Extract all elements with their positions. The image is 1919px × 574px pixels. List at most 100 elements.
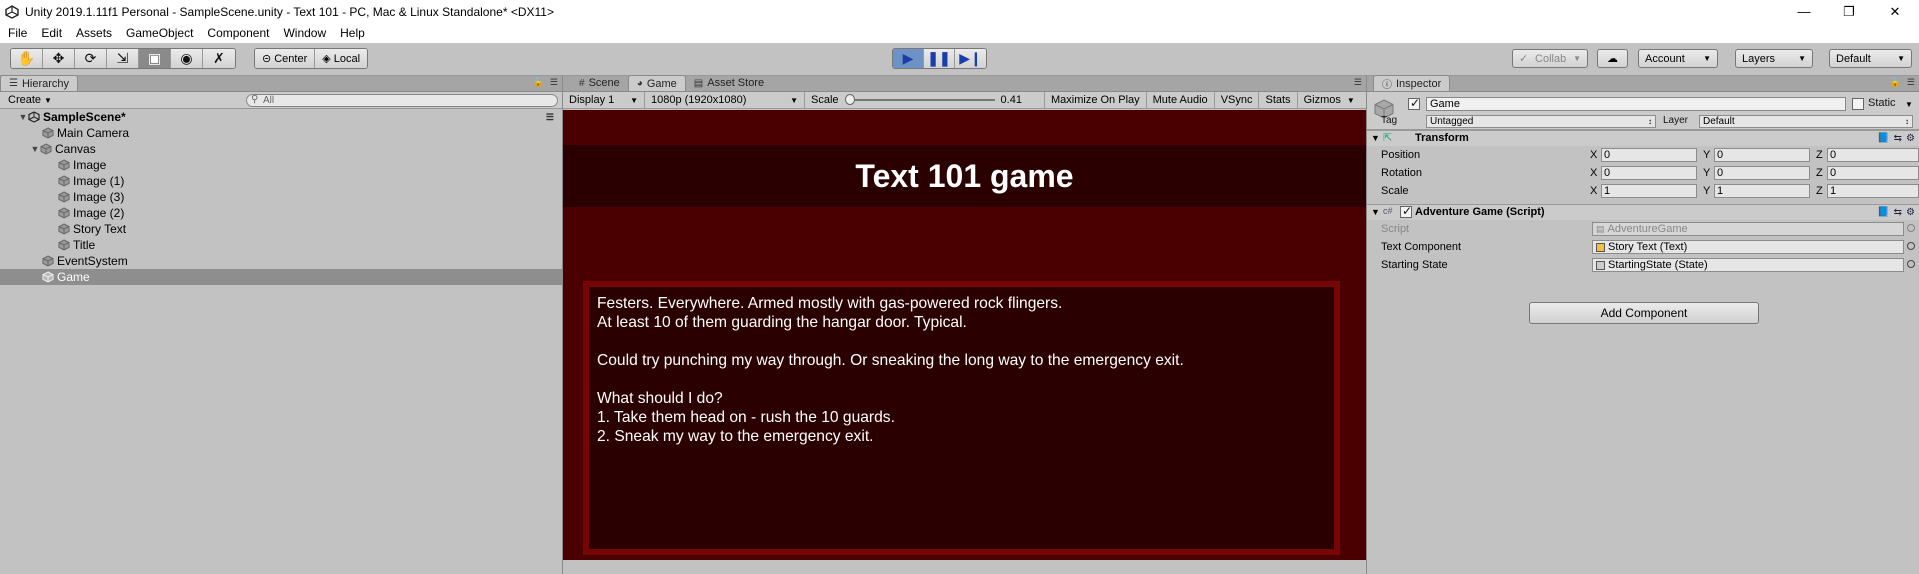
menu-file[interactable]: File	[8, 26, 27, 40]
menu-edit[interactable]: Edit	[41, 26, 62, 40]
scale-tool-icon[interactable]: ⇲	[107, 49, 139, 68]
create-dropdown[interactable]: Create ▼	[4, 94, 56, 106]
tab-game[interactable]: ◕ Game	[627, 75, 686, 91]
pivot-center-button[interactable]: ⊝ Center	[255, 49, 316, 68]
script-enabled-checkbox[interactable]	[1400, 204, 1412, 218]
text-component-field[interactable]: Story Text (Text)	[1592, 240, 1904, 254]
list-item[interactable]: Story Text	[0, 221, 562, 237]
menu-icon[interactable]: ☰	[1354, 77, 1362, 88]
layers-dropdown[interactable]: Layers ▼	[1735, 49, 1813, 68]
script-label: Script	[1381, 223, 1410, 235]
list-item[interactable]: Main Camera	[0, 125, 562, 141]
script-component-header[interactable]: ▼ c# Adventure Game (Script) 📘 ⇆ ⚙	[1367, 204, 1919, 220]
menu-assets[interactable]: Assets	[76, 26, 112, 40]
pause-icon[interactable]: ❚❚	[924, 49, 955, 68]
rect-tool-icon[interactable]: ▣	[139, 49, 171, 68]
text-component-value: Story Text (Text)	[1608, 241, 1688, 253]
layout-dropdown[interactable]: Default ▼	[1829, 49, 1912, 68]
vsync-toggle[interactable]: VSync	[1215, 91, 1260, 109]
scene-row[interactable]: ▼ SampleScene* ☰	[0, 109, 562, 125]
object-picker-icon[interactable]	[1907, 242, 1915, 250]
menu-icon[interactable]: ☰	[1907, 77, 1915, 88]
scale-y-field[interactable]: 1	[1714, 184, 1810, 198]
rotation-z-field[interactable]: 0	[1827, 166, 1919, 180]
layers-label: Layers	[1742, 52, 1776, 65]
list-item[interactable]: ▼ Canvas	[0, 141, 562, 157]
list-item[interactable]: Image (1)	[0, 173, 562, 189]
list-item[interactable]: Image (3)	[0, 189, 562, 205]
transform-header[interactable]: ▼ ⇱ Transform 📘 ⇆ ⚙	[1367, 130, 1919, 146]
scale-z-field[interactable]: 1	[1827, 184, 1919, 198]
rotate-tool-icon[interactable]: ⟳	[75, 49, 107, 68]
resolution-dropdown[interactable]: 1080p (1920x1080) ▼	[645, 91, 805, 109]
starting-state-field[interactable]: StartingState (State)	[1592, 258, 1904, 272]
tab-hierarchy[interactable]: ☰ Hierarchy	[0, 75, 79, 91]
maximize-button[interactable]: ❐	[1826, 0, 1872, 23]
list-item[interactable]: Image	[0, 157, 562, 173]
list-item[interactable]: Image (2)	[0, 205, 562, 221]
lock-icon[interactable]: 🔒	[1890, 77, 1901, 88]
menu-icon[interactable]: ☰	[546, 112, 554, 123]
position-y-field[interactable]: 0	[1714, 148, 1810, 162]
panel-menu[interactable]: ☰	[1354, 77, 1362, 88]
custom-tool-icon[interactable]: ✗	[203, 49, 235, 68]
expand-arrow-icon[interactable]: ▼	[18, 112, 28, 122]
menu-window[interactable]: Window	[283, 26, 326, 40]
list-item[interactable]: EventSystem	[0, 253, 562, 269]
hand-tool-icon[interactable]: ✋	[11, 49, 43, 68]
preset-icon[interactable]: ⇆	[1894, 207, 1902, 218]
mute-audio-toggle[interactable]: Mute Audio	[1147, 91, 1215, 109]
tab-asset-store[interactable]: ▤ Asset Store	[686, 75, 772, 91]
gear-icon[interactable]: ⚙	[1906, 207, 1915, 218]
cloud-button[interactable]: ☁	[1597, 49, 1628, 68]
expand-arrow-icon[interactable]: ▼	[1371, 207, 1380, 217]
gear-icon[interactable]: ⚙	[1906, 133, 1915, 144]
pivot-local-button[interactable]: ◈ Local	[315, 49, 368, 68]
menu-help[interactable]: Help	[340, 26, 365, 40]
help-book-icon[interactable]: 📘	[1877, 207, 1889, 218]
preset-icon[interactable]: ⇆	[1894, 133, 1902, 144]
add-component-button[interactable]: Add Component	[1529, 302, 1759, 324]
play-icon[interactable]: ▶	[893, 49, 924, 68]
tab-scene[interactable]: # Scene	[571, 75, 628, 91]
step-icon[interactable]: ▶❙	[955, 49, 986, 68]
move-tool-icon[interactable]: ✥	[43, 49, 75, 68]
transform-tool-icon[interactable]: ◉	[171, 49, 203, 68]
static-checkbox[interactable]	[1852, 98, 1864, 110]
object-picker-icon[interactable]	[1907, 260, 1915, 268]
layer-dropdown[interactable]: Default ↕	[1699, 115, 1913, 128]
position-x-field[interactable]: 0	[1601, 148, 1697, 162]
axis-x-label: X	[1590, 167, 1598, 179]
help-book-icon[interactable]: 📘	[1877, 133, 1889, 144]
display-dropdown[interactable]: Display 1 ▼	[563, 91, 645, 109]
menu-icon[interactable]: ☰	[550, 77, 558, 88]
expand-arrow-icon[interactable]: ▼	[30, 144, 40, 154]
scale-slider-knob[interactable]	[844, 94, 855, 105]
collab-button[interactable]: ✓ Collab ▼	[1512, 49, 1588, 68]
rotation-x-field[interactable]: 0	[1601, 166, 1697, 180]
stats-toggle[interactable]: Stats	[1259, 91, 1298, 109]
minimize-button[interactable]: —	[1781, 0, 1827, 23]
lock-icon[interactable]: 🔒	[533, 77, 544, 88]
tag-dropdown[interactable]: Untagged ↕	[1426, 115, 1656, 128]
list-item[interactable]: Title	[0, 237, 562, 253]
active-checkbox[interactable]	[1408, 96, 1420, 110]
object-name-field[interactable]: Game	[1426, 97, 1846, 111]
tab-inspector[interactable]: ⓘ Inspector	[1373, 75, 1451, 91]
gizmos-dropdown[interactable]: Gizmos ▼	[1298, 92, 1361, 109]
scale-x-field[interactable]: 1	[1601, 184, 1697, 198]
maximize-on-play-toggle[interactable]: Maximize On Play	[1045, 91, 1147, 109]
position-z-field[interactable]: 0	[1827, 148, 1919, 162]
menu-component[interactable]: Component	[207, 26, 269, 40]
rotation-y-field[interactable]: 0	[1714, 166, 1810, 180]
account-dropdown[interactable]: Account ▼	[1638, 49, 1718, 68]
panel-menu[interactable]: 🔒 ☰	[533, 77, 558, 88]
menu-gameobject[interactable]: GameObject	[126, 26, 193, 40]
hierarchy-search-input[interactable]: ⚲ All	[246, 94, 558, 107]
scale-slider[interactable]	[844, 94, 995, 105]
close-button[interactable]: ✕	[1872, 0, 1918, 23]
expand-arrow-icon[interactable]: ▼	[1371, 133, 1380, 143]
chevron-down-icon[interactable]: ▼	[1905, 100, 1913, 109]
list-item-selected[interactable]: Game	[0, 269, 562, 285]
panel-menu[interactable]: 🔒 ☰	[1890, 77, 1915, 88]
